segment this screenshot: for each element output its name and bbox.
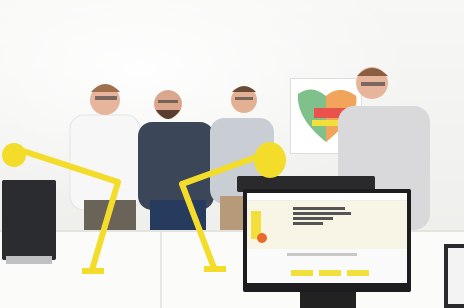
front-monitor [243,189,411,292]
monitor-stand [300,292,356,308]
screen-topbar [247,193,407,201]
photo-scene [0,0,464,308]
lamp-left [17,147,121,273]
screen-heading-lines [293,207,353,227]
screen-badge [257,233,267,243]
screen-text-row [287,253,357,256]
screen-card-2 [319,270,341,276]
screen-card-3 [347,270,369,276]
screen-card-1 [291,270,313,276]
monitor-screen [247,193,407,283]
